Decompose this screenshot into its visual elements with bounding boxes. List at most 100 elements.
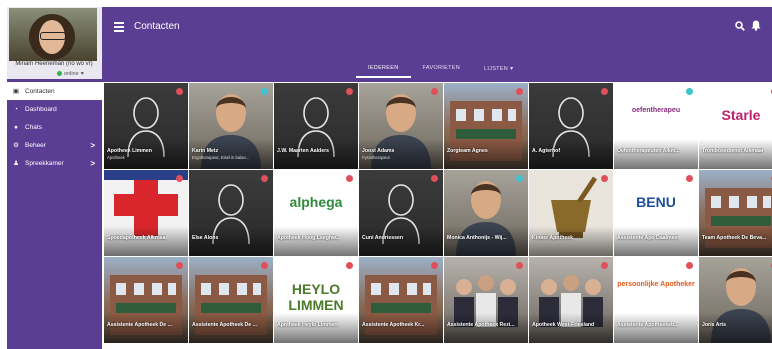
contact-name: Joost Adams xyxy=(362,148,395,154)
tab-iedereen[interactable]: IEDEREEN xyxy=(356,62,411,78)
contact-tile[interactable]: HEYLO LIMMEN Apotheek Heylo Limmen xyxy=(274,257,358,343)
avatar[interactable] xyxy=(9,8,97,61)
contacts-icon: ▣ xyxy=(12,88,20,95)
profile-card[interactable]: Miriam Heeneman (no wo vr) online ▾ xyxy=(7,7,102,79)
contact-tile[interactable]: alphega Apotheek Hoog Leeghw... xyxy=(274,170,358,256)
sidebar-item-beheer[interactable]: ⚙ Beheer > xyxy=(7,136,102,154)
favorite-icon[interactable] xyxy=(431,175,438,182)
contact-tile[interactable]: Kinker Apotheek xyxy=(529,170,613,256)
favorite-icon[interactable] xyxy=(601,175,608,182)
settings-icon: ⚙ xyxy=(13,142,19,149)
contact-subtitle: Apotheek xyxy=(107,155,125,160)
contact-name: Monica Anthonijs - Wij... xyxy=(447,235,507,241)
contact-logo: persoonlijke Apotheker xyxy=(617,281,695,288)
tab-lijsten[interactable]: LIJSTEN ▾ xyxy=(472,62,525,78)
favorite-icon[interactable] xyxy=(686,88,693,95)
contact-tile[interactable]: Assistente Apotheek De ... xyxy=(104,257,188,343)
contact-name: Cuni Andriessen xyxy=(362,235,404,241)
user-icon: ♟ xyxy=(13,160,19,167)
contact-subtitle: Fysiotherapeut xyxy=(362,155,390,160)
contact-logo: alphega xyxy=(289,194,343,210)
favorite-icon[interactable] xyxy=(176,262,183,269)
page-title: Contacten xyxy=(134,21,180,32)
contact-tile[interactable]: J.W. Maarten Aalders xyxy=(274,83,358,169)
app-window: Miriam Heeneman (no wo vr) online ▾ ▣ Co… xyxy=(7,7,772,349)
chevron-right-icon: > xyxy=(90,140,95,150)
sidebar-item-chats[interactable]: ● Chats xyxy=(7,118,102,136)
contact-name: Assistente Apotheek Rezi... xyxy=(447,322,515,328)
favorite-icon[interactable] xyxy=(516,262,523,269)
top-bar: Contacten IEDEREEN FAVORIETEN LIJSTEN ▾ xyxy=(102,7,772,82)
sidebar-item-label: Spreekkamer xyxy=(25,159,64,167)
contact-name: Assistente Apo Daalmeer xyxy=(617,235,680,241)
contact-name: Team Apotheek De Beva... xyxy=(702,235,767,241)
contact-tile[interactable]: A. Agterhof xyxy=(529,83,613,169)
status-dropdown[interactable]: online ▾ xyxy=(57,70,84,77)
favorite-icon[interactable] xyxy=(176,175,183,182)
status-label: online xyxy=(64,70,79,77)
contact-tile[interactable]: Joris Arts xyxy=(699,257,772,343)
sidebar-item-contacten[interactable]: ▣ Contacten xyxy=(7,82,102,100)
favorite-icon[interactable] xyxy=(261,262,268,269)
contact-tile[interactable]: persoonlijke Apotheker Assistente Apothee… xyxy=(614,257,698,343)
contact-logo: BENU xyxy=(636,194,676,210)
profile-name: Miriam Heeneman (no wo vr) xyxy=(15,61,93,67)
contact-tile[interactable]: Assistente Apotheek Rezi... xyxy=(444,257,528,343)
tab-favorieten[interactable]: FAVORIETEN xyxy=(411,62,472,78)
sidebar: Miriam Heeneman (no wo vr) online ▾ ▣ Co… xyxy=(7,7,102,349)
contact-tile[interactable]: BENU Assistente Apo Daalmeer xyxy=(614,170,698,256)
contact-tile[interactable]: Team Apotheek De Beva... xyxy=(699,170,772,256)
contact-name: Apotheek Limmen xyxy=(107,148,152,154)
contact-subtitle: Ergotherapeut, Eisel in balan... xyxy=(192,155,250,160)
bell-icon[interactable] xyxy=(751,20,761,31)
contact-tile[interactable]: Else Alons xyxy=(189,170,273,256)
contact-tile[interactable]: Apotheek West-Friesland xyxy=(529,257,613,343)
contact-tile[interactable]: Karin Metz Ergotherapeut, Eisel in balan.… xyxy=(189,83,273,169)
contact-tile[interactable]: Apotheek Limmen Apotheek xyxy=(104,83,188,169)
favorite-icon[interactable] xyxy=(601,262,608,269)
online-status-icon xyxy=(57,71,62,76)
contact-name: Joris Arts xyxy=(702,322,727,328)
contact-tile[interactable]: Zorgteam Agnes xyxy=(444,83,528,169)
contact-name: Assistente Apotheekeb... xyxy=(617,322,679,328)
favorite-icon[interactable] xyxy=(346,175,353,182)
favorite-icon[interactable] xyxy=(431,262,438,269)
favorite-icon[interactable] xyxy=(686,262,693,269)
contact-logo: HEYLO LIMMEN xyxy=(288,281,344,313)
contact-name: Kinker Apotheek xyxy=(532,235,574,241)
favorite-icon[interactable] xyxy=(516,88,523,95)
favorite-icon[interactable] xyxy=(346,262,353,269)
dashboard-icon: ◔ xyxy=(14,105,18,113)
favorite-icon[interactable] xyxy=(686,175,693,182)
favorite-icon[interactable] xyxy=(346,88,353,95)
contact-tile[interactable]: Joost Adams Fysiotherapeut xyxy=(359,83,443,169)
sidebar-item-dashboard[interactable]: ◔ Dashboard xyxy=(7,100,102,118)
contact-name: Zorgteam Agnes xyxy=(447,148,488,154)
contact-tile[interactable]: oefentherapeu Oefentherapeuten Alkm... xyxy=(614,83,698,169)
contact-tile[interactable]: Assistente Apotheek Kr... xyxy=(359,257,443,343)
contact-tabs: IEDEREEN FAVORIETEN LIJSTEN ▾ xyxy=(356,62,525,78)
favorite-icon[interactable] xyxy=(176,88,183,95)
favorite-icon[interactable] xyxy=(261,175,268,182)
favorite-icon[interactable] xyxy=(516,175,523,182)
contact-name: Trombosedienst Alkmaar xyxy=(702,148,764,154)
contact-tile[interactable]: Cuni Andriessen xyxy=(359,170,443,256)
chevron-down-icon: ▾ xyxy=(510,66,514,72)
chevron-right-icon: > xyxy=(90,158,95,168)
search-icon[interactable] xyxy=(735,21,745,31)
chevron-down-icon: ▾ xyxy=(80,71,84,77)
contact-tile[interactable]: Spoedapotheek Alkmaar xyxy=(104,170,188,256)
sidebar-item-label: Dashboard xyxy=(25,105,57,113)
contact-name: Assistente Apotheek De ... xyxy=(192,322,257,328)
contact-name: Assistente Apotheek Kr... xyxy=(362,322,425,328)
favorite-icon[interactable] xyxy=(601,88,608,95)
favorite-icon[interactable] xyxy=(261,88,268,95)
contact-tile[interactable]: Monica Anthonijs - Wij... xyxy=(444,170,528,256)
favorite-icon[interactable] xyxy=(431,88,438,95)
sidebar-item-spreekkamer[interactable]: ♟ Spreekkamer > xyxy=(7,154,102,172)
menu-icon[interactable] xyxy=(114,22,124,34)
contact-tile[interactable]: Assistente Apotheek De ... xyxy=(189,257,273,343)
contact-name: Spoedapotheek Alkmaar xyxy=(107,235,168,241)
contact-name: Apotheek Heylo Limmen xyxy=(277,322,338,328)
contact-tile[interactable]: Starle Trombosedienst Alkmaar xyxy=(699,83,772,169)
